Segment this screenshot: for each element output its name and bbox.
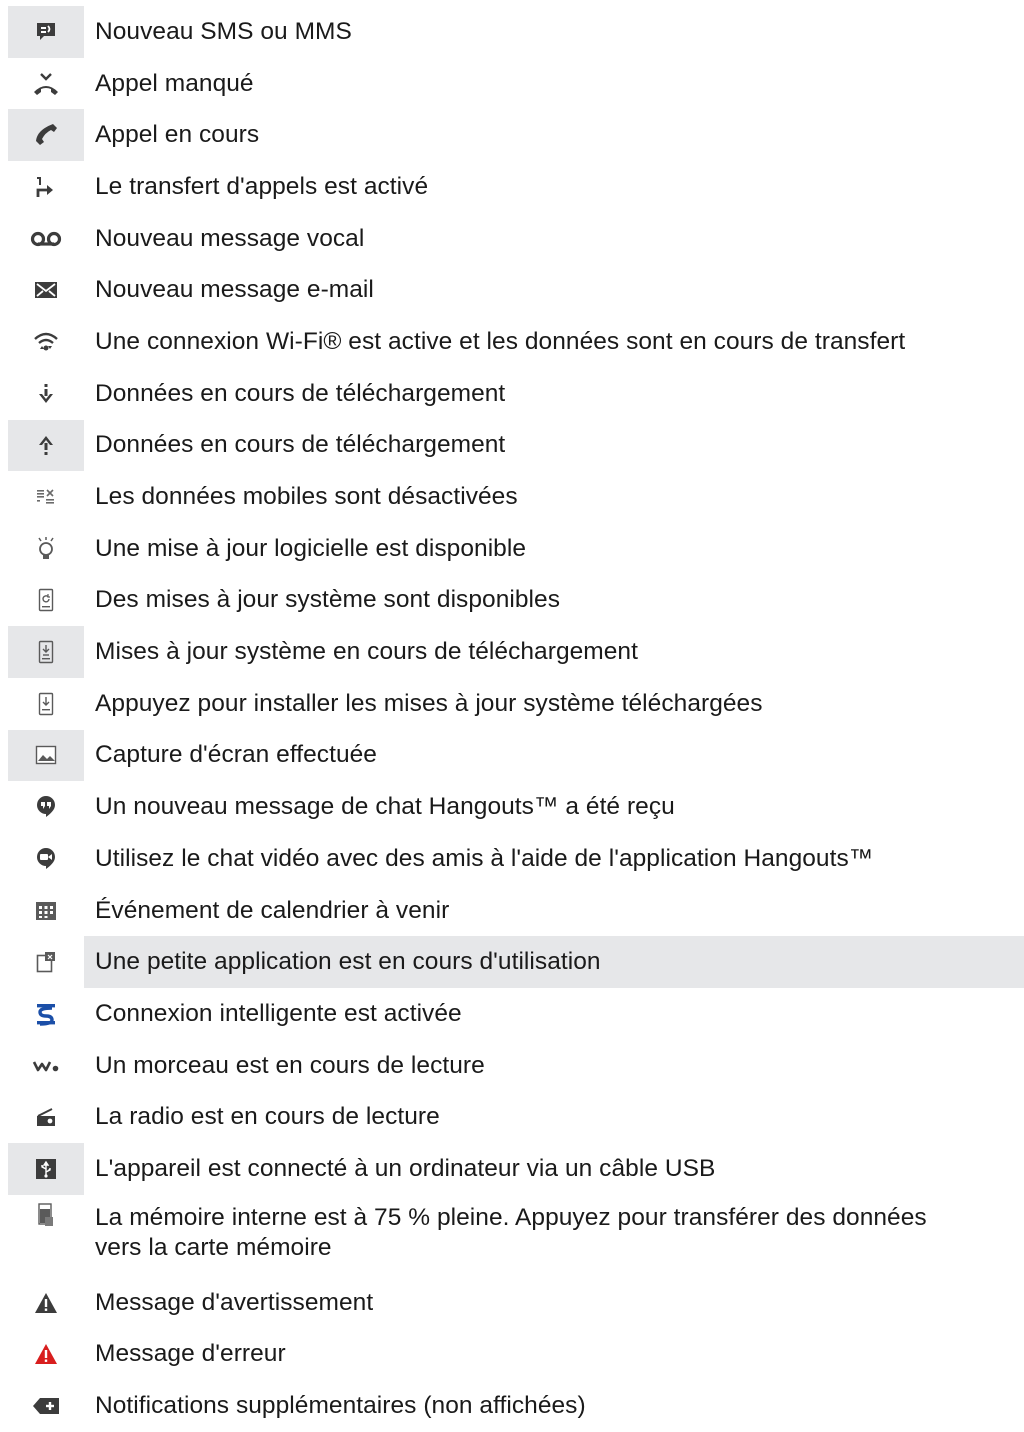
table-row: Des mises à jour système sont disponible… (0, 575, 1024, 627)
row-text: Le transfert d'appels est activé (95, 172, 429, 200)
row-text: Capture d'écran effectuée (95, 741, 377, 769)
row-text: L'appareil est connecté à un ordinateur … (95, 1154, 716, 1182)
row-text: Message d'erreur (95, 1340, 286, 1368)
table-row: Message d'erreur (0, 1329, 1024, 1381)
row-text: Notifications supplémentaires (non affic… (95, 1392, 586, 1420)
table-row: Appuyez pour installer les mises à jour … (0, 678, 1024, 730)
mobile-data-off-icon (8, 471, 84, 523)
row-text: Nouveau SMS ou MMS (95, 17, 352, 45)
row-text: Des mises à jour système sont disponible… (95, 586, 561, 614)
voicemail-icon (8, 213, 84, 265)
missed-call-icon (8, 58, 84, 110)
usb-icon (8, 1143, 84, 1195)
storage-icon (8, 1195, 84, 1277)
hangouts-video-icon (8, 833, 84, 885)
notification-icon-table: Nouveau SMS ou MMS Appel manqué Appel en… (0, 6, 1024, 1432)
table-row: Données en cours de téléchargement (0, 368, 1024, 420)
walkman-icon (8, 1040, 84, 1092)
table-row: Le transfert d'appels est activé (0, 161, 1024, 213)
row-text: La mémoire interne est à 75 % pleine. Ap… (95, 1203, 927, 1261)
new-message-icon (8, 6, 84, 58)
more-notifications-icon (8, 1380, 84, 1432)
row-text: Appel en cours (95, 121, 260, 149)
table-row: Une petite application est en cours d'ut… (0, 936, 1024, 989)
row-text: Une petite application est en cours d'ut… (84, 936, 1024, 989)
row-text: Un morceau est en cours de lecture (95, 1051, 485, 1079)
table-row: Mises à jour système en cours de télécha… (0, 626, 1024, 678)
row-text: Un nouveau message de chat Hangouts™ a é… (95, 793, 675, 821)
table-row: Une mise à jour logicielle est disponibl… (0, 523, 1024, 575)
radio-icon (8, 1091, 84, 1143)
hangouts-icon (8, 781, 84, 833)
table-row: Nouveau message e-mail (0, 264, 1024, 316)
smart-connect-icon (8, 988, 84, 1040)
table-row: Un morceau est en cours de lecture (0, 1040, 1024, 1092)
row-text: Événement de calendrier à venir (95, 896, 450, 924)
upload-icon (8, 419, 84, 472)
row-text: Utilisez le chat vidéo avec des amis à l… (95, 844, 874, 872)
table-row: Données en cours de téléchargement (0, 419, 1024, 472)
table-row: Notifications supplémentaires (non affic… (0, 1380, 1024, 1432)
table-row: L'appareil est connecté à un ordinateur … (0, 1143, 1024, 1195)
warning-icon (8, 1277, 84, 1329)
wifi-transfer-icon (8, 316, 84, 368)
row-text: Données en cours de téléchargement (95, 379, 506, 407)
table-row: Événement de calendrier à venir (0, 885, 1024, 937)
table-row: Connexion intelligente est activée (0, 988, 1024, 1040)
table-row: Un nouveau message de chat Hangouts™ a é… (0, 781, 1024, 833)
table-row: La radio est en cours de lecture (0, 1091, 1024, 1143)
row-text: Les données mobiles sont désactivées (95, 483, 518, 511)
error-icon (8, 1329, 84, 1381)
call-forward-icon (8, 161, 84, 213)
row-text: Données en cours de téléchargement (95, 431, 506, 459)
download-icon (8, 368, 84, 420)
table-row: La mémoire interne est à 75 % pleine. Ap… (0, 1195, 1024, 1277)
software-update-icon (8, 523, 84, 575)
table-row: Les données mobiles sont désactivées (0, 471, 1024, 523)
system-update-icon (8, 575, 84, 627)
row-text: Connexion intelligente est activée (95, 999, 462, 1027)
row-text: Message d'avertissement (95, 1288, 374, 1316)
row-text: La radio est en cours de lecture (95, 1103, 440, 1131)
row-text: Mises à jour système en cours de télécha… (95, 638, 638, 666)
table-row: Message d'avertissement (0, 1277, 1024, 1329)
table-row: Appel manqué (0, 58, 1024, 110)
small-app-icon (8, 936, 84, 988)
row-text: Appel manqué (95, 69, 254, 97)
table-row: Appel en cours (0, 109, 1024, 162)
system-update-download-icon (8, 626, 84, 678)
calendar-icon (8, 885, 84, 937)
table-row: Une connexion Wi-Fi® est active et les d… (0, 316, 1024, 368)
row-text: Une connexion Wi-Fi® est active et les d… (95, 327, 906, 355)
row-text: Nouveau message vocal (95, 224, 365, 252)
ongoing-call-icon (8, 109, 84, 162)
row-text: Appuyez pour installer les mises à jour … (95, 689, 763, 717)
table-row: Nouveau message vocal (0, 213, 1024, 265)
table-row: Capture d'écran effectuée (0, 729, 1024, 782)
email-icon (8, 264, 84, 316)
screenshot-icon (8, 729, 84, 782)
row-text: Nouveau message e-mail (95, 276, 374, 304)
row-text: Une mise à jour logicielle est disponibl… (95, 534, 527, 562)
table-row: Nouveau SMS ou MMS (0, 6, 1024, 58)
install-update-icon (8, 678, 84, 730)
table-row: Utilisez le chat vidéo avec des amis à l… (0, 833, 1024, 885)
